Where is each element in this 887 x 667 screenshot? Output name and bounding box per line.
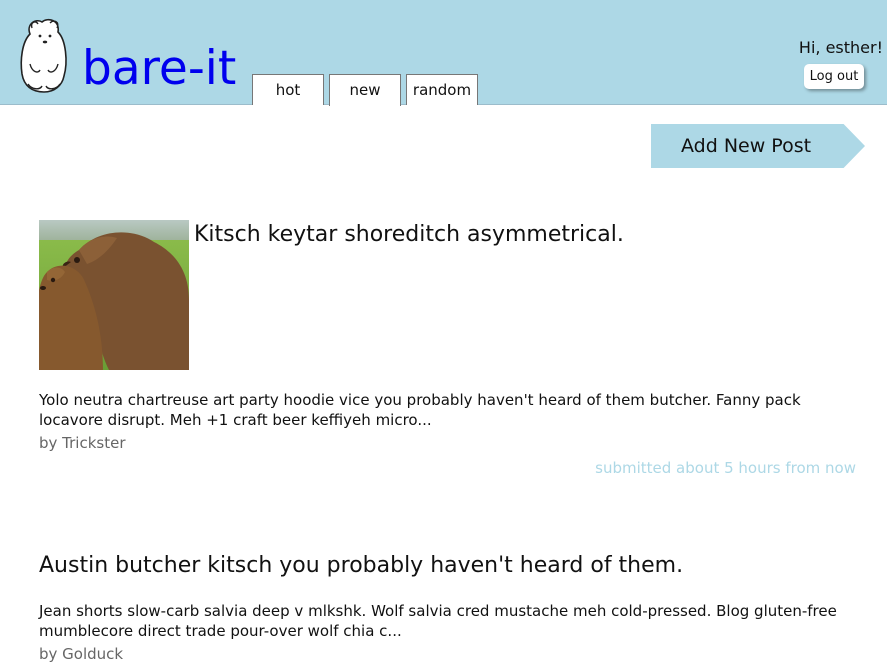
post-author[interactable]: by Golduck <box>39 645 123 663</box>
post-author[interactable]: by Trickster <box>39 434 125 452</box>
post-timestamp: submitted about 5 hours from now <box>595 459 856 477</box>
post-excerpt: Yolo neutra chartreuse art party hoodie … <box>39 391 801 429</box>
logout-button[interactable]: Log out <box>804 64 864 89</box>
tab-new[interactable]: new <box>329 74 401 106</box>
tab-random[interactable]: random <box>406 74 478 105</box>
post-excerpt: Jean shorts slow-carb salvia deep v mlks… <box>39 602 837 640</box>
post-title[interactable]: Austin butcher kitsch you probably haven… <box>39 553 683 578</box>
site-title[interactable]: bare-it <box>82 40 236 98</box>
post-title[interactable]: Kitsch keytar shoreditch asymmetrical. <box>194 222 624 247</box>
user-greeting: Hi, esther! <box>798 38 883 57</box>
tab-hot[interactable]: hot <box>252 74 324 105</box>
add-new-post-button[interactable]: Add New Post <box>651 124 865 168</box>
post-thumbnail-image[interactable] <box>39 220 189 370</box>
polar-bear-icon[interactable] <box>16 14 72 94</box>
site-header: bare-it hot new random Hi, esther! Log o… <box>0 0 887 106</box>
